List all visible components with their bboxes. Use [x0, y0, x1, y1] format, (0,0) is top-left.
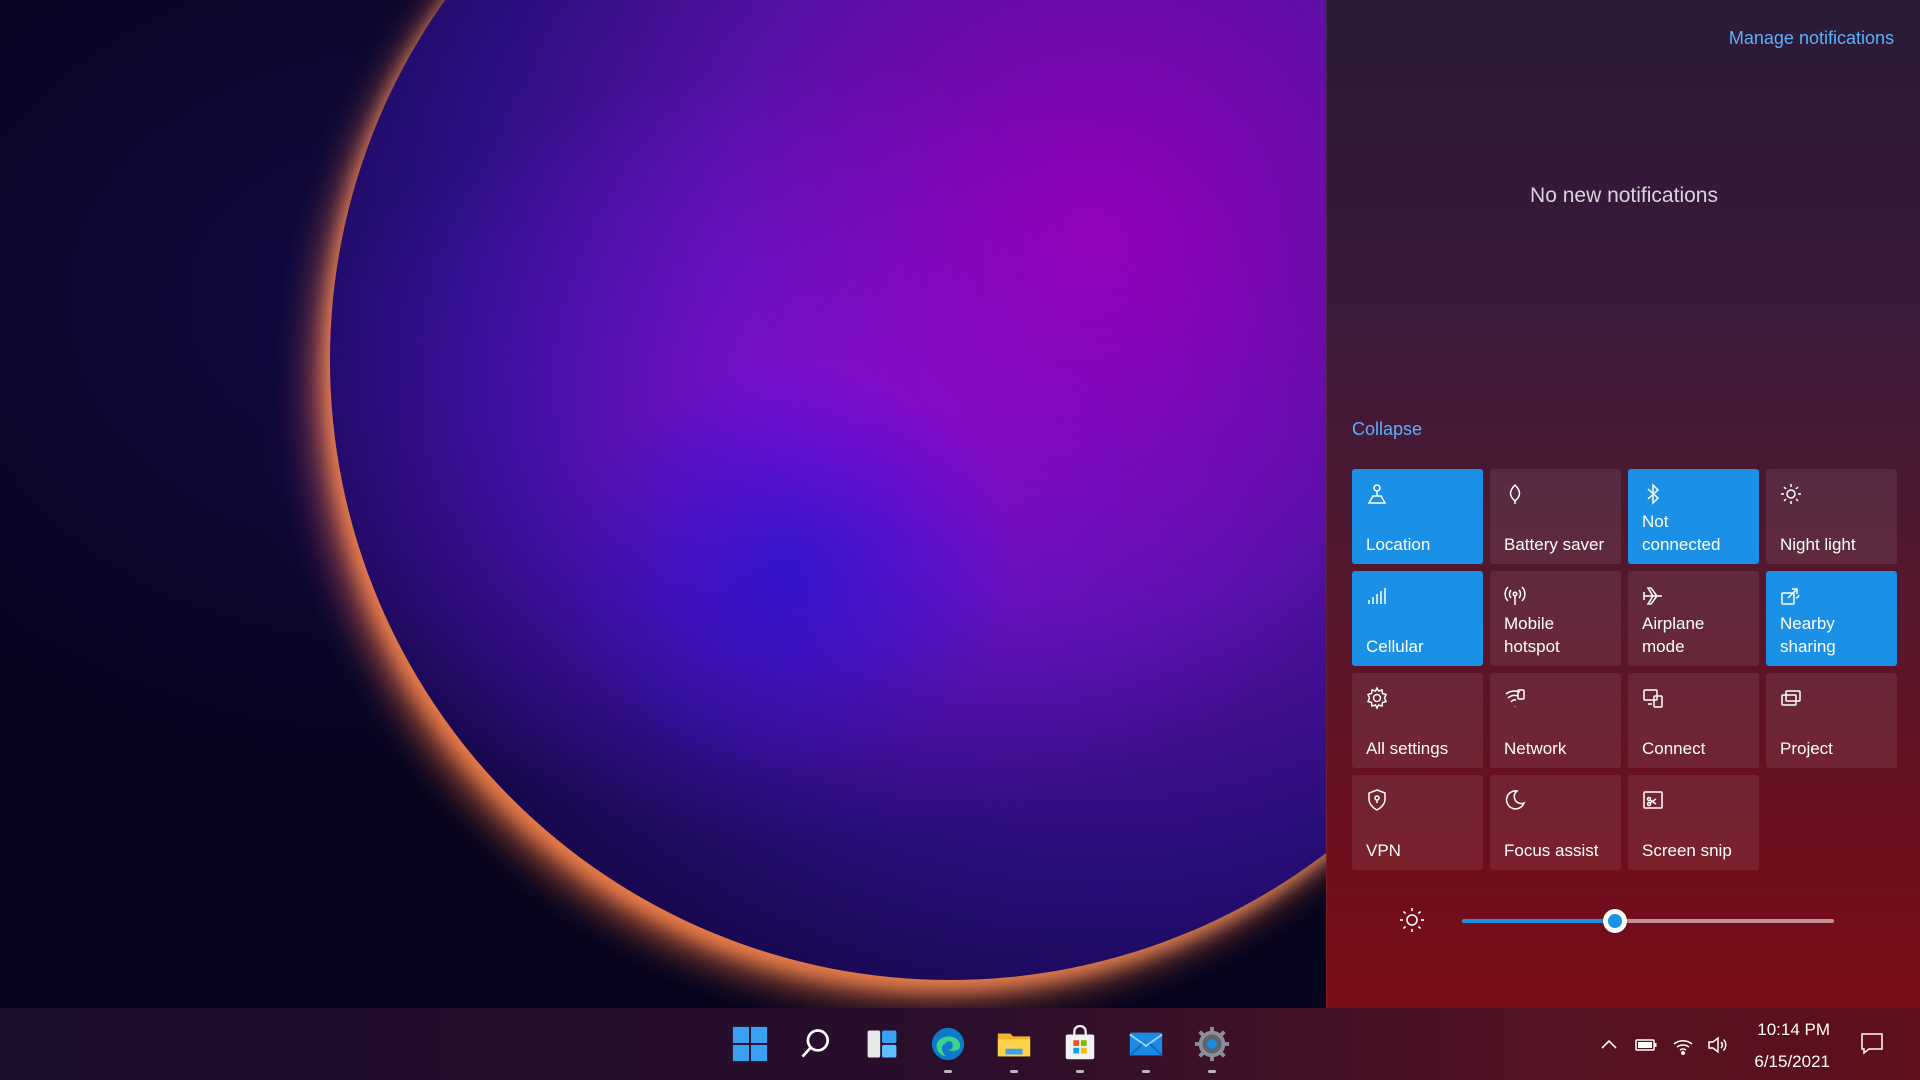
clock[interactable]: 10:14 PM 6/15/2021 [1754, 1014, 1830, 1078]
gear-icon[interactable] [1190, 1022, 1234, 1066]
moon-icon [1503, 788, 1527, 812]
screen-snip-icon [1641, 788, 1665, 812]
quick-action-focus-assist[interactable]: Focus assist [1490, 775, 1621, 870]
notification-center-panel: Manage notifications No new notification… [1326, 0, 1920, 1008]
quick-action-label: Cellular [1366, 637, 1424, 656]
cellular-icon [1365, 584, 1389, 608]
brightness-control [1352, 900, 1898, 940]
quick-action-screen-snip[interactable]: Screen snip [1628, 775, 1759, 870]
desktop-wallpaper [0, 0, 1326, 1008]
quick-action-nearby-sharing[interactable]: Nearby sharing [1766, 571, 1897, 666]
collapse-link[interactable]: Collapse [1352, 419, 1422, 440]
volume-icon[interactable] [1705, 1032, 1731, 1058]
quick-action-label: Nearby sharing [1780, 614, 1836, 656]
quick-action-connect[interactable]: Connect [1628, 673, 1759, 768]
quick-action-project[interactable]: Project [1766, 673, 1897, 768]
widgets-icon[interactable] [860, 1022, 904, 1066]
no-notifications-text: No new notifications [1530, 184, 1718, 207]
network-icon [1503, 686, 1527, 710]
quick-action-label: Mobile hotspot [1504, 614, 1560, 656]
running-indicator [1010, 1070, 1018, 1073]
gear-icon [1365, 686, 1389, 710]
windows-logo-icon[interactable] [728, 1022, 772, 1066]
night-light-icon [1779, 482, 1803, 506]
brightness-fill [1462, 919, 1615, 923]
quick-action-battery-saver[interactable]: Battery saver [1490, 469, 1621, 564]
project-icon [1779, 686, 1803, 710]
folder-icon[interactable] [992, 1022, 1036, 1066]
quick-action-label: Night light [1780, 535, 1856, 554]
quick-action-mobile-hotspot[interactable]: Mobile hotspot [1490, 571, 1621, 666]
brightness-thumb[interactable] [1602, 909, 1627, 933]
brightness-slider[interactable] [1462, 909, 1834, 933]
quick-action-label: Screen snip [1642, 841, 1732, 860]
quick-action-vpn[interactable]: VPN [1352, 775, 1483, 870]
search-icon[interactable] [794, 1022, 838, 1066]
quick-action-label: VPN [1366, 841, 1401, 860]
quick-action-label: Airplane mode [1642, 614, 1705, 656]
running-indicator [944, 1070, 952, 1073]
sun-icon [1400, 908, 1424, 932]
battery-saver-icon [1503, 482, 1527, 506]
battery-icon[interactable] [1633, 1032, 1659, 1058]
notification-center-icon[interactable] [1857, 1028, 1887, 1058]
clock-date: 6/15/2021 [1754, 1052, 1830, 1071]
quick-action-label: Project [1780, 739, 1833, 758]
quick-action-cellular[interactable]: Cellular [1352, 571, 1483, 666]
quick-action-airplane-mode[interactable]: Airplane mode [1628, 571, 1759, 666]
quick-action-location[interactable]: Location [1352, 469, 1483, 564]
quick-action-label: Focus assist [1504, 841, 1599, 860]
running-indicator [1142, 1070, 1150, 1073]
bluetooth-icon [1641, 482, 1665, 506]
vpn-shield-icon [1365, 788, 1389, 812]
quick-action-label: Connect [1642, 739, 1706, 758]
running-indicator [1208, 1070, 1216, 1073]
hotspot-icon [1503, 584, 1527, 608]
wifi-icon[interactable] [1670, 1032, 1696, 1058]
clock-time: 10:14 PM [1757, 1020, 1830, 1039]
airplane-icon [1641, 584, 1665, 608]
quick-action-label: Network [1504, 739, 1567, 758]
quick-action-label: Location [1366, 535, 1431, 554]
quick-action-not-connected[interactable]: Not connected [1628, 469, 1759, 564]
connect-icon [1641, 686, 1665, 710]
store-icon[interactable] [1058, 1022, 1102, 1066]
quick-action-label: Not connected [1642, 512, 1721, 554]
running-indicator [1076, 1070, 1084, 1073]
nearby-sharing-icon [1779, 584, 1803, 608]
wallpaper-core [560, 360, 1020, 780]
chevron-up-icon[interactable] [1596, 1032, 1622, 1058]
edge-browser-icon[interactable] [926, 1022, 970, 1066]
quick-action-night-light[interactable]: Night light [1766, 469, 1897, 564]
mail-icon[interactable] [1124, 1022, 1168, 1066]
location-icon [1365, 482, 1389, 506]
quick-action-label: Battery saver [1504, 535, 1605, 554]
quick-action-label: All settings [1366, 739, 1449, 758]
quick-action-network[interactable]: Network [1490, 673, 1621, 768]
manage-notifications-link[interactable]: Manage notifications [1729, 28, 1894, 49]
quick-action-all-settings[interactable]: All settings [1352, 673, 1483, 768]
